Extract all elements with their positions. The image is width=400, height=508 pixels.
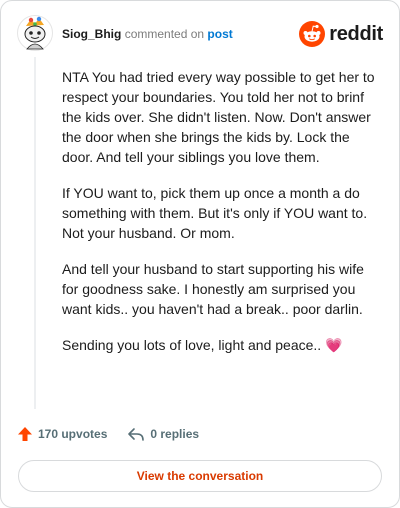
comment-paragraph: And tell your husband to start supportin… (62, 261, 364, 317)
comment-paragraph: If YOU want to, pick them up once a mont… (62, 185, 368, 241)
thread-line (34, 57, 36, 409)
post-link[interactable]: post (207, 27, 232, 41)
comment-header: Siog_Bhig commented on post (62, 27, 233, 41)
replies-count: 0 replies (150, 427, 200, 441)
view-conversation-button[interactable]: View the conversation (18, 460, 382, 492)
upvotes-count: 170 upvotes (38, 427, 108, 441)
comment-body: NTA You had tried every way possible to … (62, 67, 382, 371)
reply-arrow-icon (128, 428, 145, 441)
replies-stat[interactable]: 0 replies (127, 426, 199, 442)
reddit-wordmark: reddit (329, 23, 383, 45)
commented-on-text: commented on (124, 27, 205, 41)
comment-card: Siog_Bhig commented on post reddit NTA Y… (0, 0, 400, 508)
reddit-brand[interactable]: reddit (299, 21, 383, 47)
comment-paragraph: Sending you lots of love, light and peac… (62, 337, 343, 353)
author-name[interactable]: Siog_Bhig (62, 27, 121, 41)
upvote-arrow-icon (18, 427, 32, 441)
reddit-logo-icon (299, 21, 326, 47)
user-avatar-icon[interactable] (17, 15, 53, 51)
comment-paragraph: NTA You had tried every way possible to … (62, 69, 375, 165)
comment-footer: 170 upvotes 0 replies (17, 426, 219, 442)
upvotes-stat[interactable]: 170 upvotes (17, 426, 107, 442)
